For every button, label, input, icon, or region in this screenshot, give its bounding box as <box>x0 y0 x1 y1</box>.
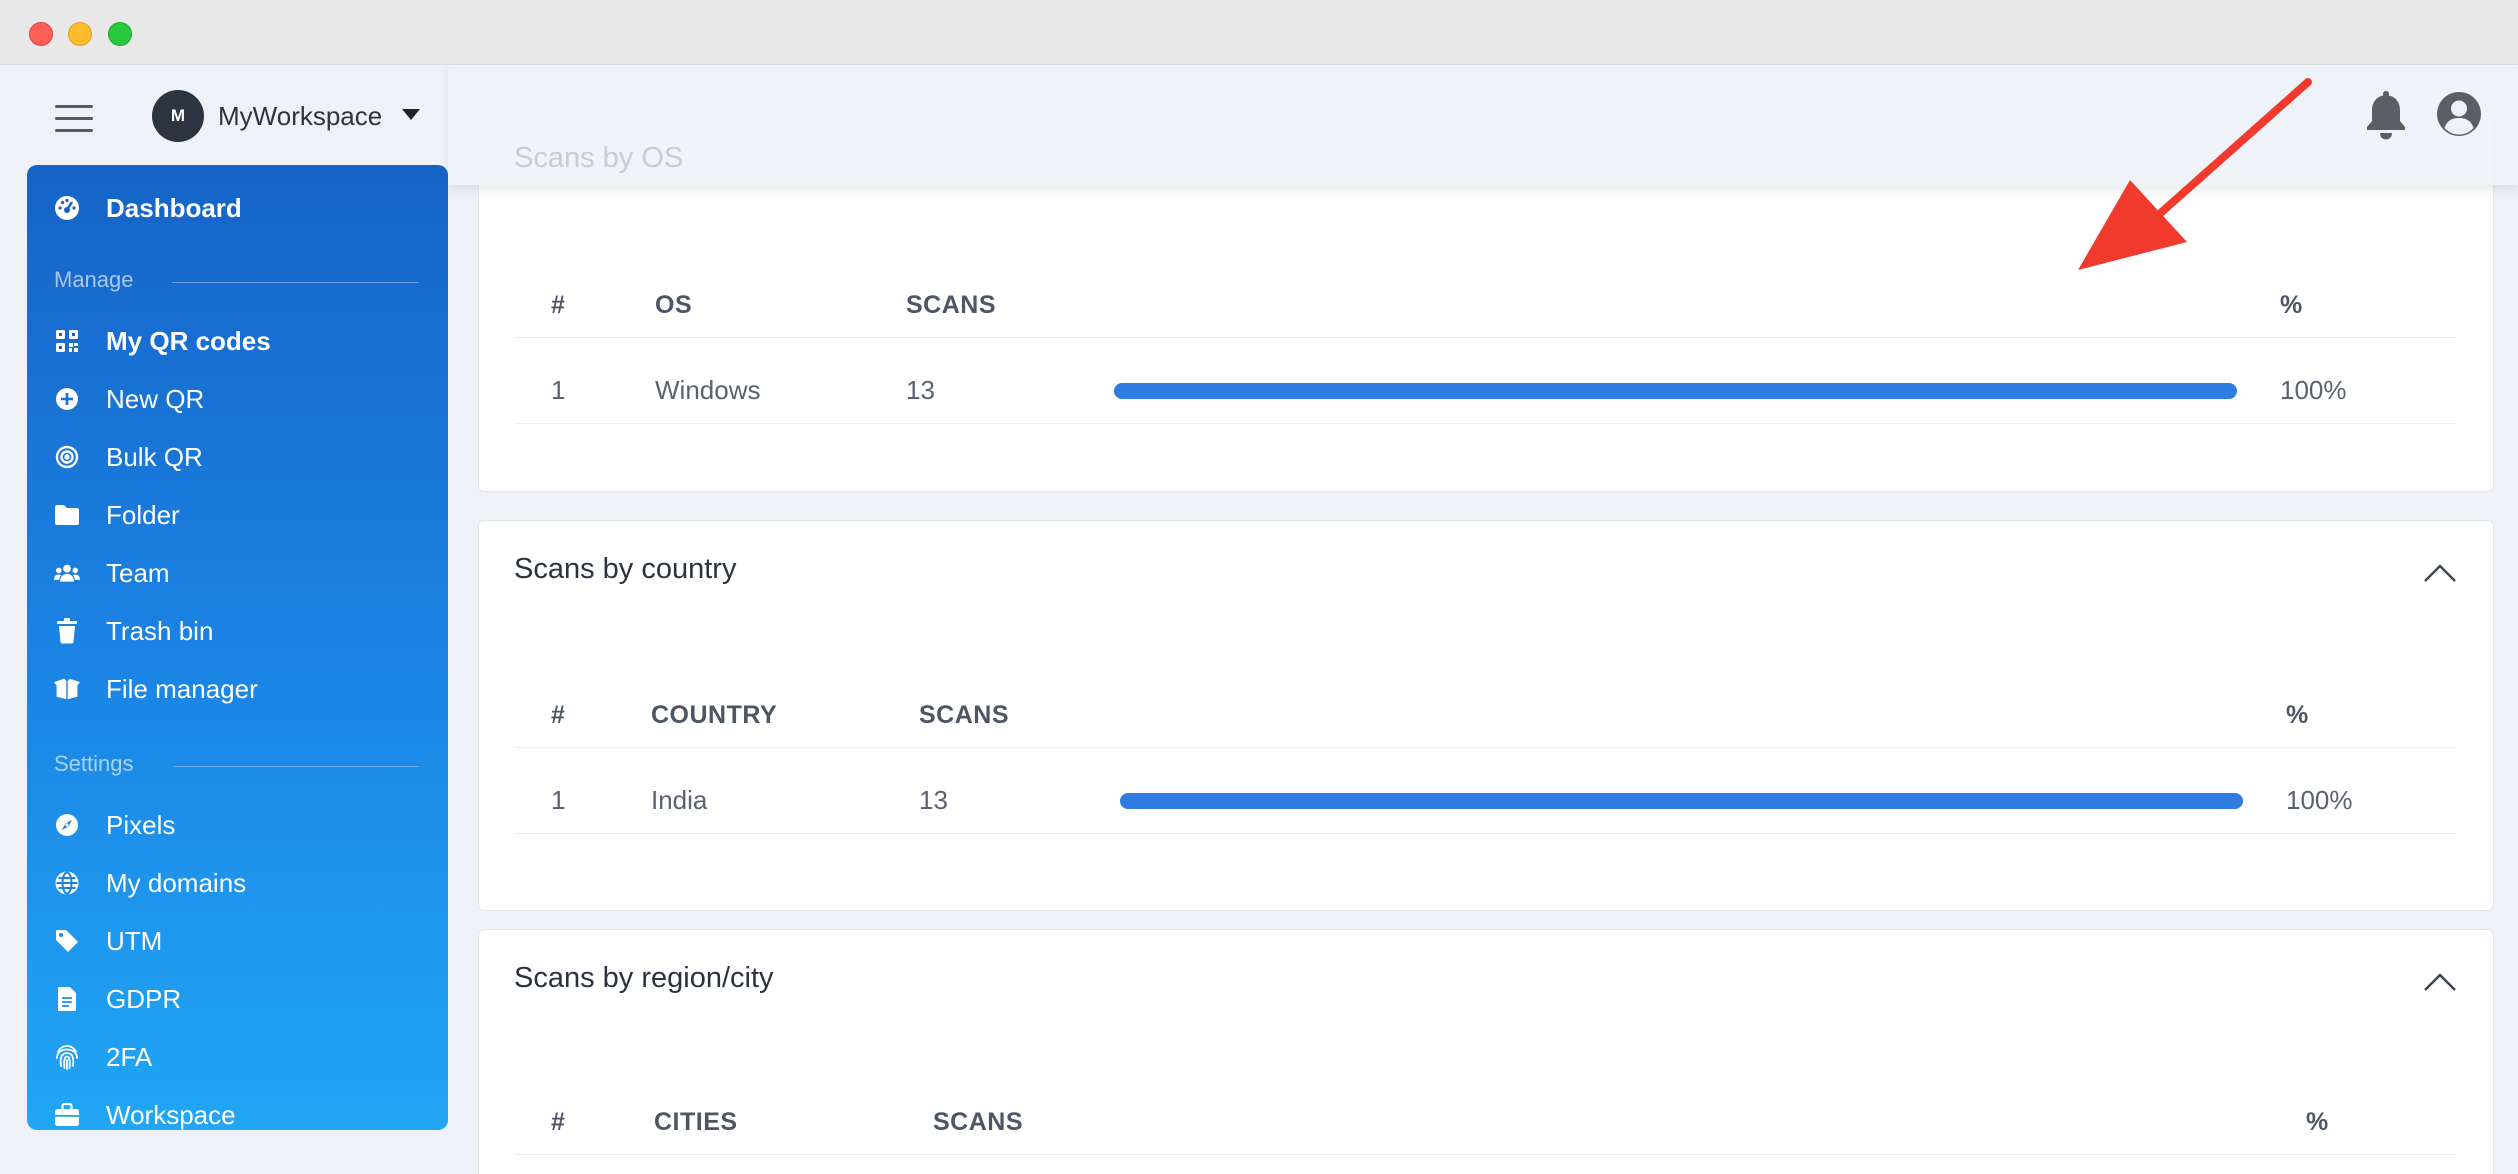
workspace-name[interactable]: MyWorkspace <box>218 101 382 132</box>
sidebar-item-label: Workspace <box>106 1099 236 1130</box>
scans-by-city-card: Scans by region/city # CITIES SCANS % <box>478 929 2494 1174</box>
sidebar-item-label: Trash bin <box>106 615 214 646</box>
city-col-scans: SCANS <box>933 1108 1024 1136</box>
box-open-icon <box>54 676 80 702</box>
window-titlebar <box>0 0 2518 65</box>
sidebar-item-new-qr[interactable]: New QR <box>27 372 448 426</box>
divider <box>514 747 2457 748</box>
country-col-name: COUNTRY <box>651 701 778 729</box>
scans-by-country-card: Scans by country # COUNTRY SCANS % 1 Ind… <box>478 520 2494 911</box>
tag-icon <box>54 928 80 954</box>
sidebar-item-workspace[interactable]: Workspace <box>27 1088 448 1130</box>
divider <box>514 833 2457 834</box>
row-pct: 100% <box>2286 785 2353 815</box>
sidebar-item-label: Pixels <box>106 809 176 840</box>
sidebar: Dashboard Manage My QR codes New QR Bulk… <box>27 165 448 1130</box>
row-scans: 13 <box>919 785 948 815</box>
sidebar-item-label: Team <box>106 557 170 588</box>
target-icon <box>54 444 80 470</box>
country-col-num: # <box>551 701 566 729</box>
divider <box>514 423 2457 424</box>
fingerprint-icon <box>54 1044 80 1070</box>
sidebar-item-label: Bulk QR <box>106 441 203 472</box>
compass-icon <box>54 812 80 838</box>
row-num: 1 <box>551 375 566 405</box>
city-col-num: # <box>551 1108 566 1136</box>
city-col-name: CITIES <box>654 1108 738 1136</box>
sidebar-item-dashboard[interactable]: Dashboard <box>27 181 448 235</box>
briefcase-icon <box>54 1102 80 1128</box>
divider <box>174 766 419 767</box>
sidebar-item-label: UTM <box>106 925 163 956</box>
os-col-pct: % <box>2280 291 2303 319</box>
sidebar-item-pixels[interactable]: Pixels <box>27 798 448 852</box>
sidebar-item-label: 2FA <box>106 1041 153 1072</box>
section-manage: Manage <box>54 267 448 297</box>
divider <box>172 282 419 283</box>
row-num: 1 <box>551 785 566 815</box>
sidebar-item-folder[interactable]: Folder <box>27 488 448 542</box>
user-circle-icon[interactable] <box>2436 91 2482 137</box>
sidebar-item-bulk-qr[interactable]: Bulk QR <box>27 430 448 484</box>
country-col-pct: % <box>2286 701 2309 729</box>
section-label: Manage <box>54 267 134 292</box>
sidebar-item-label: New QR <box>106 383 205 414</box>
section-settings: Settings <box>54 751 448 781</box>
sidebar-item-label: GDPR <box>106 983 182 1014</box>
card-title: Scans by country <box>514 553 737 585</box>
os-col-num: # <box>551 291 566 319</box>
divider <box>514 1154 2457 1155</box>
menu-icon[interactable] <box>55 105 93 133</box>
sidebar-item-my-qr-codes[interactable]: My QR codes <box>27 314 448 368</box>
users-icon <box>54 560 80 586</box>
row-os: Windows <box>655 375 761 405</box>
annotation-arrow-icon <box>2078 78 2312 270</box>
os-col-name: OS <box>655 291 693 319</box>
collapse-chevron-icon[interactable] <box>2423 563 2457 583</box>
country-col-scans: SCANS <box>919 701 1010 729</box>
sidebar-item-gdpr[interactable]: GDPR <box>27 972 448 1026</box>
folder-icon <box>54 502 80 528</box>
dashboard-gauge-icon <box>54 195 80 221</box>
sidebar-item-label: Dashboard <box>106 192 242 223</box>
card-title: Scans by region/city <box>514 962 774 994</box>
workspace-avatar[interactable]: M <box>152 90 204 142</box>
sidebar-item-team[interactable]: Team <box>27 546 448 600</box>
collapse-chevron-icon[interactable] <box>2423 972 2457 992</box>
sidebar-item-label: My QR codes <box>106 325 271 356</box>
section-label: Settings <box>54 751 134 776</box>
plus-circle-icon <box>54 386 80 412</box>
file-icon <box>54 986 80 1012</box>
trash-icon <box>54 618 80 644</box>
close-window-button[interactable] <box>29 22 53 46</box>
progress-track <box>1120 793 2243 809</box>
sidebar-item-label: File manager <box>106 673 258 704</box>
progress-track <box>1114 383 2237 399</box>
sidebar-item-label: Folder <box>106 499 180 530</box>
sidebar-item-utm[interactable]: UTM <box>27 914 448 968</box>
row-country: India <box>651 785 708 815</box>
progress-bar <box>1120 793 2243 809</box>
progress-bar <box>1114 383 2237 399</box>
row-scans: 13 <box>906 375 935 405</box>
globe-icon <box>54 870 80 896</box>
sidebar-item-trash-bin[interactable]: Trash bin <box>27 604 448 658</box>
minimize-window-button[interactable] <box>68 22 92 46</box>
chevron-down-icon[interactable] <box>402 109 420 120</box>
qr-code-icon <box>54 328 80 354</box>
sidebar-item-file-manager[interactable]: File manager <box>27 662 448 716</box>
row-pct: 100% <box>2280 375 2347 405</box>
sidebar-item-2fa[interactable]: 2FA <box>27 1030 448 1084</box>
divider <box>514 337 2457 338</box>
sidebar-item-label: My domains <box>106 867 247 898</box>
os-col-scans: SCANS <box>906 291 997 319</box>
city-col-pct: % <box>2306 1108 2329 1136</box>
zoom-window-button[interactable] <box>108 22 132 46</box>
sidebar-item-my-domains[interactable]: My domains <box>27 856 448 910</box>
bell-icon[interactable] <box>2364 89 2408 141</box>
